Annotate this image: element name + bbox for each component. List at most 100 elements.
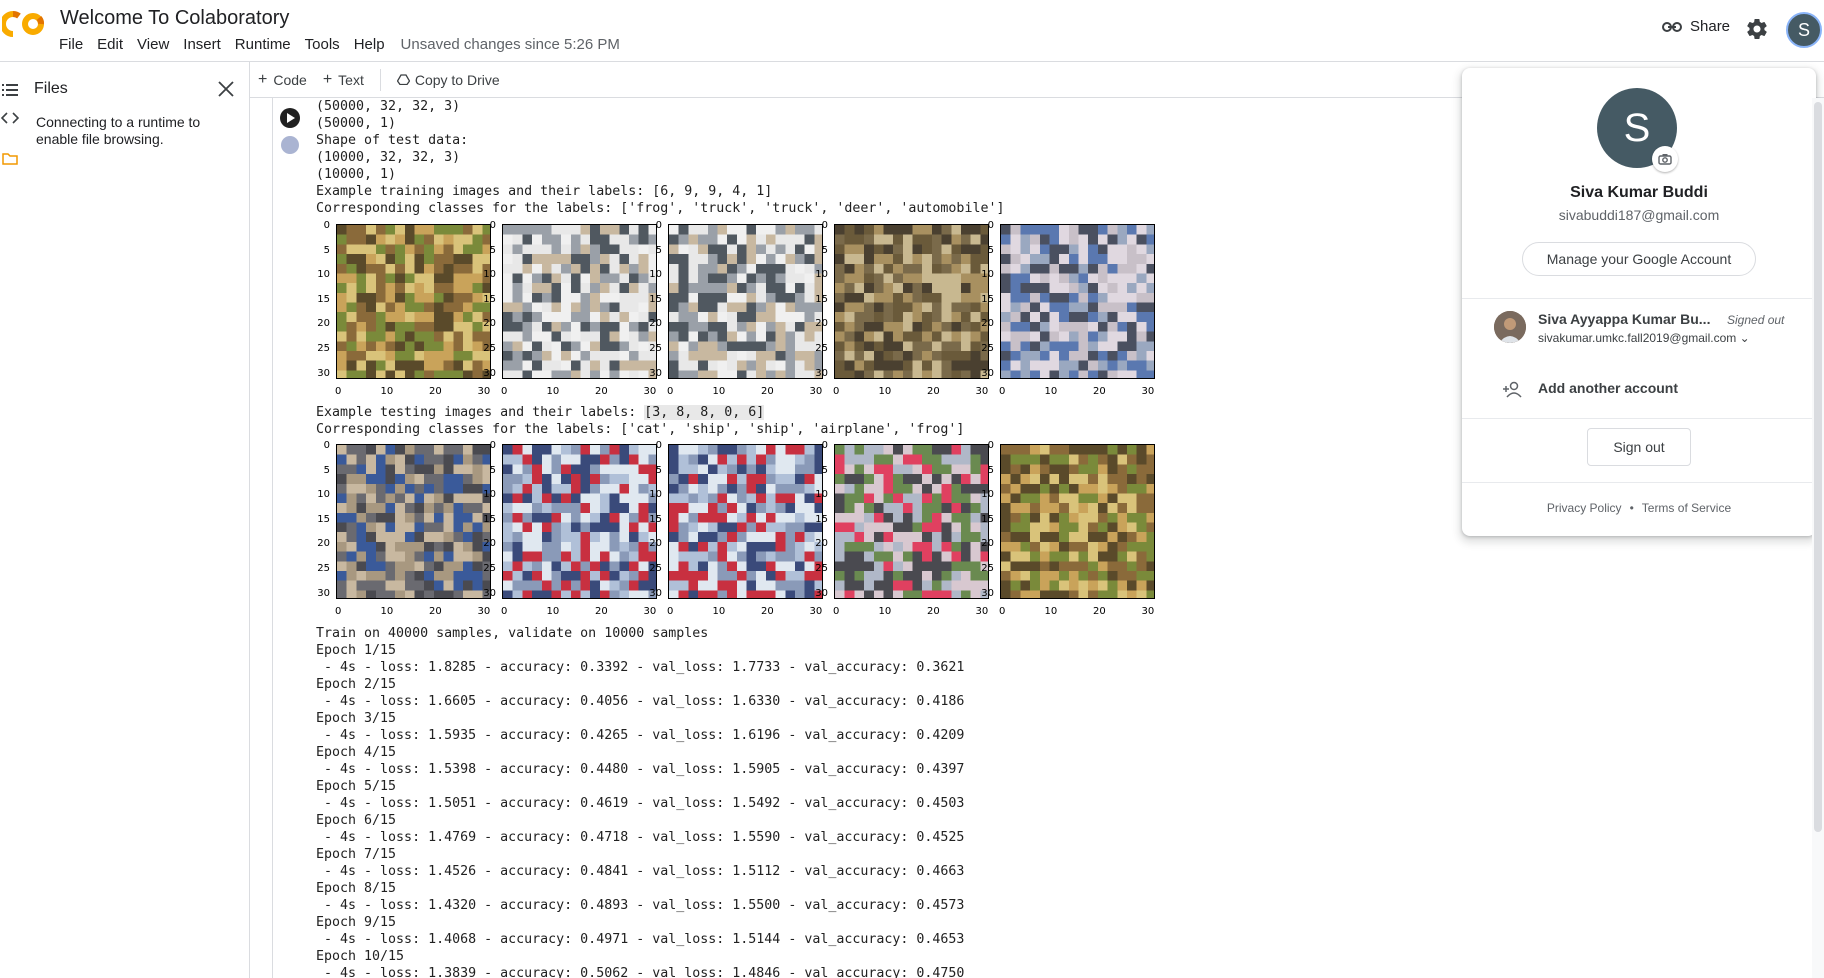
x-tick-label: 0 — [667, 386, 674, 397]
account-name: Siva Kumar Buddi — [1570, 184, 1708, 201]
toc-icon[interactable] — [0, 80, 20, 100]
cifar-image-truck — [502, 224, 657, 379]
x-tick-label: 10 — [1044, 386, 1058, 397]
files-title: Files — [34, 80, 68, 97]
image-plot-automobile: 0 5 10 15 20 25 30 0 10 20 30 — [980, 220, 1160, 399]
menu-edit[interactable]: Edit — [97, 36, 123, 53]
y-tick-label: 5 — [489, 464, 496, 476]
menu-help[interactable]: Help — [354, 36, 385, 53]
cifar-image-airplane — [834, 444, 989, 599]
add-text-button[interactable]: + Text — [315, 71, 372, 89]
close-icon[interactable] — [215, 78, 237, 100]
cifar-image-deer — [834, 224, 989, 379]
y-tick-label: 15 — [981, 513, 994, 525]
y-tick-label: 25 — [815, 343, 828, 354]
scrollbar[interactable] — [1812, 98, 1824, 978]
x-tick-label: 10 — [546, 606, 560, 617]
camera-icon[interactable] — [1652, 146, 1678, 172]
y-tick-label: 5 — [323, 244, 330, 256]
sign-out-button[interactable]: Sign out — [1587, 428, 1691, 466]
y-tick-label: 10 — [483, 269, 496, 281]
scrollbar-thumb[interactable] — [1814, 102, 1822, 832]
x-tick-label: 10 — [1044, 606, 1058, 617]
test-labels-values: [3, 8, 8, 0, 6] — [644, 405, 765, 420]
y-tick-label: 20 — [649, 318, 662, 330]
menu-tools[interactable]: Tools — [305, 36, 340, 53]
training-log-line: Epoch 9/15 — [316, 915, 397, 930]
y-tick-label: 5 — [987, 244, 994, 256]
y-tick-label: 30 — [981, 587, 994, 599]
y-tick-label: 5 — [655, 464, 662, 476]
menu-view[interactable]: View — [137, 36, 169, 53]
share-button[interactable]: Share — [1662, 18, 1730, 35]
x-tick-label: 20 — [761, 606, 774, 617]
x-tick-label: 10 — [380, 386, 394, 397]
x-tick-label: 0 — [501, 606, 508, 617]
y-tick-label: 0 — [987, 220, 994, 231]
other-account-name: Siva Ayyappa Kumar Bu... — [1538, 311, 1711, 327]
y-tick-label: 15 — [483, 513, 496, 525]
x-tick-label: 10 — [878, 386, 892, 397]
y-tick-label: 5 — [821, 464, 828, 476]
y-tick-label: 25 — [317, 563, 330, 574]
privacy-policy-link[interactable]: Privacy Policy — [1547, 501, 1622, 515]
x-tick-label: 10 — [546, 386, 560, 397]
output-line: Corresponding classes for the labels: ['… — [316, 422, 965, 437]
y-tick-label: 25 — [649, 343, 662, 354]
y-tick-label: 30 — [815, 367, 828, 379]
y-tick-label: 30 — [317, 587, 330, 599]
x-tick-label: 0 — [833, 606, 840, 617]
y-tick-label: 0 — [489, 220, 496, 231]
account-avatar-button[interactable]: S — [1786, 12, 1822, 48]
y-tick-label: 5 — [987, 464, 994, 476]
y-tick-label: 15 — [649, 513, 662, 525]
y-tick-label: 5 — [655, 244, 662, 256]
y-tick-label: 30 — [483, 587, 496, 599]
cifar-image-ship — [668, 444, 823, 599]
output-line: (10000, 32, 32, 3) — [316, 150, 461, 165]
image-plot-airplane: 0 5 10 15 20 25 30 0 10 20 30 — [814, 440, 994, 619]
image-plot-truck: 0 5 10 15 20 25 30 0 10 20 30 — [648, 220, 828, 399]
y-tick-label: 25 — [483, 343, 496, 354]
y-tick-label: 10 — [815, 489, 828, 501]
chevron-down-icon[interactable]: ⌄ — [1740, 331, 1750, 345]
menu-insert[interactable]: Insert — [183, 36, 221, 53]
notebook-title[interactable]: Welcome To Colaboratory — [60, 7, 289, 30]
y-tick-label: 15 — [317, 513, 330, 525]
training-log-line: Epoch 5/15 — [316, 779, 397, 794]
training-log-line: - 4s - loss: 1.5398 - accuracy: 0.4480 -… — [316, 762, 965, 777]
divider — [1462, 298, 1816, 299]
folder-icon[interactable] — [0, 148, 20, 168]
y-tick-label: 5 — [323, 464, 330, 476]
output-line: (10000, 1) — [316, 167, 397, 182]
x-tick-label: 20 — [595, 606, 608, 617]
menu-file[interactable]: File — [59, 36, 83, 53]
training-log-line: Epoch 2/15 — [316, 677, 397, 692]
toolbar-divider — [379, 68, 381, 91]
terms-link[interactable]: Terms of Service — [1642, 501, 1731, 515]
colab-logo-icon[interactable] — [2, 10, 46, 38]
gear-icon[interactable] — [1745, 17, 1769, 41]
code-snippets-icon[interactable] — [0, 108, 20, 128]
menu-runtime[interactable]: Runtime — [235, 36, 291, 53]
y-tick-label: 30 — [649, 367, 662, 379]
add-account-label: Add another account — [1538, 380, 1679, 396]
image-plot-deer: 0 5 10 15 20 25 30 0 10 20 30 — [814, 220, 994, 399]
image-plot-cat: 0 5 10 15 20 25 30 0 10 20 30 — [316, 440, 496, 619]
y-tick-label: 25 — [649, 563, 662, 574]
training-log-line: Epoch 1/15 — [316, 643, 397, 658]
unsaved-status[interactable]: Unsaved changes since 5:26 PM — [401, 36, 620, 53]
x-tick-label: 20 — [927, 606, 940, 617]
copy-to-drive-label: Copy to Drive — [414, 71, 500, 88]
add-account-button[interactable]: Add another account — [1462, 370, 1816, 408]
manage-account-button[interactable]: Manage your Google Account — [1522, 242, 1756, 276]
plus-icon: + — [258, 70, 268, 88]
divider — [1462, 482, 1816, 483]
add-code-button[interactable]: + Code — [250, 71, 315, 89]
copy-to-drive-button[interactable]: Copy to Drive — [389, 72, 508, 88]
x-tick-label: 0 — [999, 606, 1006, 617]
other-account-item[interactable]: Siva Ayyappa Kumar Bu... Signed out siva… — [1462, 300, 1816, 364]
image-plot-truck: 0 5 10 15 20 25 30 0 10 20 30 — [482, 220, 662, 399]
x-tick-label: 10 — [380, 606, 394, 617]
y-tick-label: 0 — [323, 440, 330, 451]
